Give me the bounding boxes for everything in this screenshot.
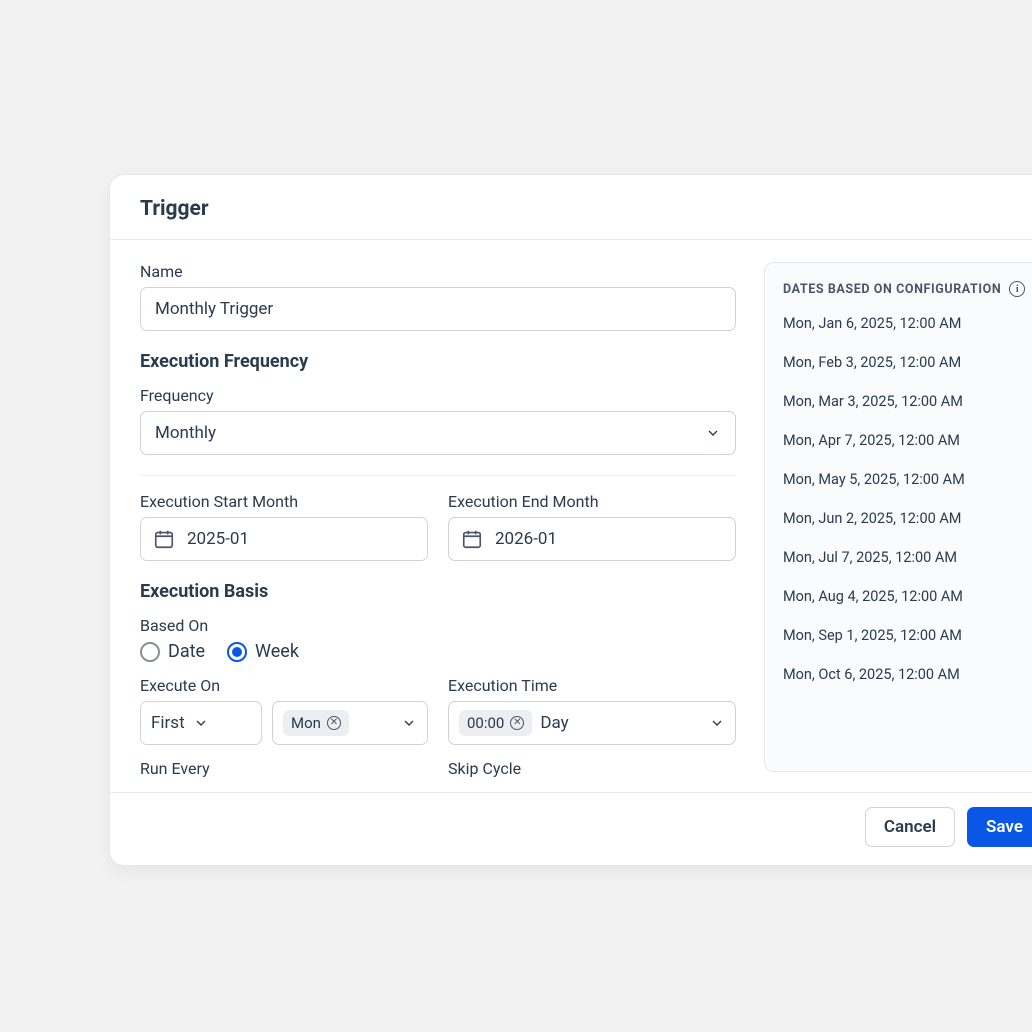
radio-week[interactable]: Week [227,641,299,662]
field-end-month: Execution End Month 2026-01 [448,492,736,561]
run-every-label: Run Every [140,759,428,778]
chevron-down-icon [705,425,721,441]
end-month-label: Execution End Month [448,492,736,511]
name-input-field[interactable] [155,299,721,319]
based-on-label: Based On [140,616,736,635]
day-chip-label: Mon [291,714,321,732]
radio-indicator [140,642,160,662]
execute-on-ordinal-value: First [151,713,185,733]
end-month-value: 2026-01 [495,529,557,549]
execute-row: Execute On First Mon ✕ [140,676,736,745]
remove-chip-icon[interactable]: ✕ [510,716,524,730]
based-on-radios: Date Week [140,641,736,662]
execution-time-suffix: Day [540,713,568,733]
date-range-row: Execution Start Month 2025-01 Execution … [140,492,736,561]
date-row: Mon, Jul 7, 2025, 12:00 AM [783,549,1031,566]
panel-header: Trigger [110,175,1032,240]
section-execution-frequency: Execution Frequency [140,351,736,372]
execute-on-label: Execute On [140,676,428,695]
name-label: Name [140,262,736,281]
time-chip[interactable]: 00:00 ✕ [459,710,532,736]
chevron-down-icon [401,715,417,731]
start-month-value: 2025-01 [187,529,249,549]
remove-chip-icon[interactable]: ✕ [327,716,341,730]
date-row: Mon, Jan 6, 2025, 12:00 AM [783,315,1031,332]
radio-indicator [227,642,247,662]
form-column: Name Execution Frequency Frequency Month… [140,262,736,784]
chevron-down-icon [193,715,209,731]
page-title: Trigger [140,197,1032,221]
panel-footer: Cancel Save [110,792,1032,865]
date-row: Mon, Apr 7, 2025, 12:00 AM [783,432,1031,449]
frequency-label: Frequency [140,386,736,405]
execution-time-label: Execution Time [448,676,736,695]
field-frequency: Frequency Monthly [140,386,736,455]
dates-preview-panel: DATES BASED ON CONFIGURATION i Mon, Jan … [764,262,1032,772]
name-input[interactable] [140,287,736,331]
field-based-on: Based On Date Week [140,616,736,662]
field-execute-on: Execute On First Mon ✕ [140,676,428,745]
date-row: Mon, Aug 4, 2025, 12:00 AM [783,588,1031,605]
radio-date-label: Date [168,641,205,662]
start-month-label: Execution Start Month [140,492,428,511]
save-button[interactable]: Save [967,807,1032,847]
section-execution-basis: Execution Basis [140,581,736,602]
cancel-button[interactable]: Cancel [865,807,955,847]
field-start-month: Execution Start Month 2025-01 [140,492,428,561]
start-month-input[interactable]: 2025-01 [140,517,428,561]
frequency-value: Monthly [155,423,705,443]
date-row: Mon, Oct 6, 2025, 12:00 AM [783,666,1031,683]
dates-title: DATES BASED ON CONFIGURATION [783,282,1001,297]
date-row: Mon, Sep 1, 2025, 12:00 AM [783,627,1031,644]
execution-time-select[interactable]: 00:00 ✕ Day [448,701,736,745]
field-skip-cycle: Skip Cycle [448,759,736,784]
run-skip-row: Run Every Skip Cycle [140,759,736,784]
execute-on-day-select[interactable]: Mon ✕ [272,701,428,745]
field-name: Name [140,262,736,331]
dates-list: Mon, Jan 6, 2025, 12:00 AM Mon, Feb 3, 2… [783,315,1031,683]
divider [140,475,736,476]
date-row: Mon, Mar 3, 2025, 12:00 AM [783,393,1031,410]
info-icon[interactable]: i [1009,281,1025,297]
field-execution-time: Execution Time 00:00 ✕ Day [448,676,736,745]
day-chip[interactable]: Mon ✕ [283,710,349,736]
end-month-input[interactable]: 2026-01 [448,517,736,561]
radio-date[interactable]: Date [140,641,205,662]
dates-header: DATES BASED ON CONFIGURATION i [783,281,1031,297]
calendar-icon [153,528,175,550]
date-row: Mon, Feb 3, 2025, 12:00 AM [783,354,1031,371]
trigger-panel: Trigger Name Execution Frequency Frequen… [110,175,1032,865]
execute-on-ordinal-select[interactable]: First [140,701,262,745]
calendar-icon [461,528,483,550]
chevron-down-icon [709,715,725,731]
radio-week-label: Week [255,641,299,662]
date-row: Mon, May 5, 2025, 12:00 AM [783,471,1031,488]
skip-cycle-label: Skip Cycle [448,759,736,778]
field-run-every: Run Every [140,759,428,784]
panel-body: Name Execution Frequency Frequency Month… [110,240,1032,784]
frequency-select[interactable]: Monthly [140,411,736,455]
date-row: Mon, Jun 2, 2025, 12:00 AM [783,510,1031,527]
time-chip-label: 00:00 [467,714,504,732]
